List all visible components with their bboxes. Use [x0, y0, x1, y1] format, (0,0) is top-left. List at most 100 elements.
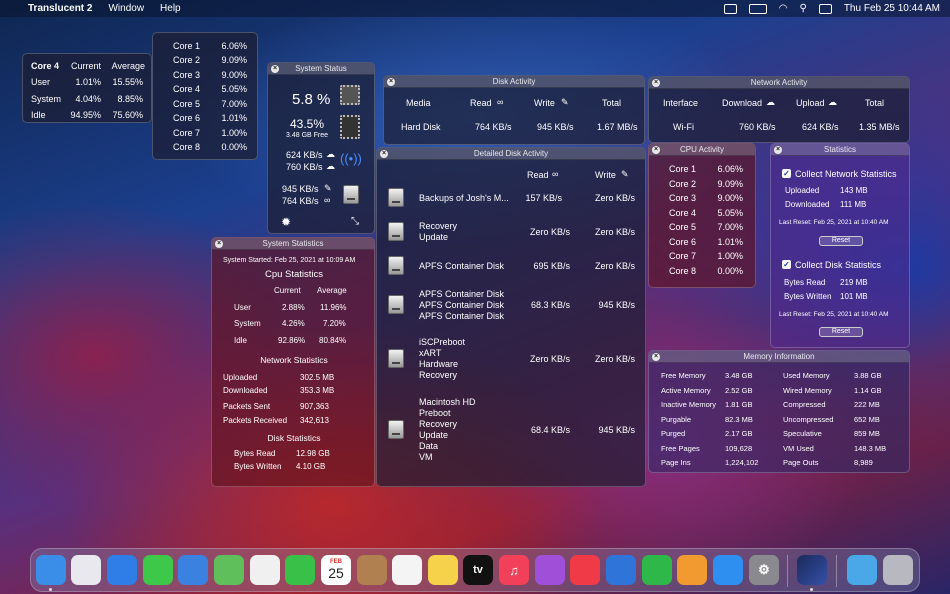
finder-icon[interactable] [36, 555, 66, 585]
downloads-folder-icon[interactable] [847, 555, 877, 585]
upload-value: 624 KB/s [802, 122, 839, 132]
system-preferences-icon[interactable]: ⚙ [749, 555, 779, 585]
collect-network-checkbox[interactable]: ✓ [782, 169, 791, 178]
title-bar[interactable]: × Network Activity [649, 77, 909, 89]
window-title: Network Activity [750, 78, 808, 87]
cpu-chip-icon [340, 85, 360, 105]
disk-stat-value: 12.98 GB [296, 449, 330, 458]
write-header: Write [534, 98, 555, 108]
memory-label: Active Memory [661, 386, 711, 395]
network-activity-window: × Network Activity Interface Download ☁ U… [648, 76, 910, 143]
close-icon[interactable]: × [387, 78, 395, 86]
cpu-idle-average: 80.84% [319, 336, 347, 345]
facetime-icon[interactable] [285, 555, 315, 585]
clock[interactable]: Thu Feb 25 10:44 AM [844, 3, 940, 14]
close-icon[interactable]: × [652, 79, 660, 87]
memory-label: Free Memory [661, 371, 706, 380]
app-store-icon[interactable] [713, 555, 743, 585]
core4-system-average: 8.85% [117, 94, 143, 104]
title-bar[interactable]: × CPU Activity [649, 144, 755, 156]
read-value: 764 KB/s [475, 122, 512, 132]
title-bar[interactable]: × System Status [268, 63, 374, 75]
pages-icon[interactable] [677, 555, 707, 585]
memory-value: 2.17 GB [725, 429, 753, 438]
net-stat-value: 353.3 MB [300, 386, 335, 395]
net-stat-label: Downloaded [223, 386, 268, 395]
title-bar[interactable]: × System Statistics [212, 238, 374, 250]
close-icon[interactable]: × [380, 150, 388, 158]
pencil-icon: ✎ [561, 97, 569, 107]
news-icon[interactable] [570, 555, 600, 585]
media-name: Hard Disk [401, 122, 441, 132]
memory-value: 1.14 GB [854, 386, 882, 395]
close-icon[interactable]: × [652, 146, 660, 154]
core-value: 7.00% [717, 222, 743, 232]
control-center-icon[interactable] [818, 3, 832, 14]
reset-disk-button[interactable]: Reset [819, 327, 863, 337]
media-header: Media [406, 98, 431, 108]
core4-user-label: User [31, 77, 51, 87]
help-menu[interactable]: Help [160, 3, 181, 14]
reset-network-button[interactable]: Reset [819, 236, 863, 246]
title-bar[interactable]: × Memory Information [649, 351, 909, 363]
read-value: Zero KB/s [529, 227, 570, 237]
title-bar[interactable]: × Statistics [771, 144, 909, 156]
bytes-read-label: Bytes Read [784, 278, 826, 287]
podcasts-icon[interactable] [535, 555, 565, 585]
total-header: Total [865, 98, 885, 108]
apple-tv-icon[interactable]: tv [463, 555, 493, 585]
cpu-idle-current: 92.86% [278, 336, 306, 345]
detailed-disk-activity-window: × Detailed Disk Activity Read ∞ Write ✎ B… [376, 147, 646, 487]
calendar-icon[interactable]: FEB 25 [321, 555, 351, 585]
collapse-icon[interactable]: ⤡ [351, 216, 359, 227]
title-bar[interactable]: × Disk Activity [384, 76, 644, 88]
dock-separator [787, 555, 788, 587]
memory-value: 3.88 GB [854, 371, 882, 380]
upload-header: Upload [796, 98, 825, 108]
memory-label: VM Used [783, 444, 814, 453]
close-icon[interactable]: × [215, 240, 223, 248]
translucent-icon[interactable] [797, 555, 827, 585]
core-value: 9.09% [717, 179, 743, 189]
translucent-menu-icon[interactable] [723, 3, 737, 14]
trash-icon[interactable] [883, 555, 913, 585]
memory-label: Compressed [783, 400, 826, 409]
music-icon[interactable]: ♫ [499, 555, 529, 585]
battery-icon[interactable] [748, 3, 767, 14]
close-icon[interactable]: × [774, 146, 782, 154]
notes-icon[interactable] [428, 555, 458, 585]
core4-user-average: 15.55% [112, 77, 143, 87]
safari-icon[interactable] [107, 555, 137, 585]
keynote-icon[interactable] [606, 555, 636, 585]
uploaded-label: Uploaded [785, 186, 820, 195]
close-icon[interactable]: × [652, 353, 660, 361]
photos-icon[interactable] [250, 555, 280, 585]
gear-icon[interactable]: ✹ [281, 215, 291, 229]
memory-label: Used Memory [783, 371, 830, 380]
network-antenna-icon: ((•)) [340, 151, 362, 166]
maps-icon[interactable] [214, 555, 244, 585]
memory-value: 222 MB [854, 400, 880, 409]
messages-icon[interactable] [143, 555, 173, 585]
app-menu[interactable]: Translucent 2 [28, 3, 92, 14]
mail-icon[interactable] [178, 555, 208, 585]
title-bar[interactable]: × Detailed Disk Activity [377, 148, 645, 160]
window-menu[interactable]: Window [108, 3, 144, 14]
cpu-usage: 5.8 % [292, 91, 331, 108]
reminders-icon[interactable] [392, 555, 422, 585]
cores-popup-label: Core 1 [173, 41, 201, 51]
wifi-icon[interactable]: ◠ [779, 3, 788, 14]
core-label: Core 3 [669, 193, 697, 203]
glasses-icon: ∞ [497, 97, 504, 107]
upload-cloud-icon: ☁ [326, 149, 335, 159]
network-last-reset: Last Reset: Feb 25, 2021 at 10:40 AM [779, 219, 889, 226]
collect-disk-checkbox[interactable]: ✓ [782, 260, 791, 269]
close-icon[interactable]: × [271, 65, 279, 73]
contacts-icon[interactable] [357, 555, 387, 585]
memory-chip-icon [340, 115, 360, 139]
search-icon[interactable]: ⚲ [800, 3, 807, 14]
current-header: Current [274, 286, 301, 295]
numbers-icon[interactable] [642, 555, 672, 585]
core-value: 5.05% [717, 208, 743, 218]
launchpad-icon[interactable] [71, 555, 101, 585]
